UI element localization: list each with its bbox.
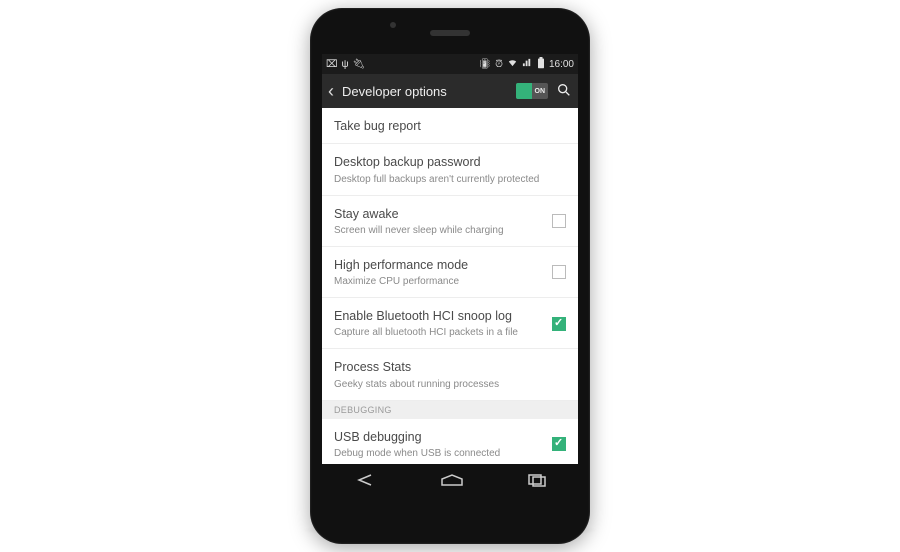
row-subtitle: Desktop full backups aren't currently pr… [334, 173, 566, 186]
alarm-icon: ⏰︎ [495, 59, 503, 70]
row-title: Enable Bluetooth HCI snoop log [334, 308, 544, 324]
row-take-bug-report[interactable]: Take bug report [322, 108, 578, 144]
row-title: Desktop backup password [334, 154, 566, 170]
row-title: USB debugging [334, 429, 544, 445]
row-subtitle: Geeky stats about running processes [334, 378, 566, 391]
row-title: Take bug report [334, 118, 566, 134]
nav-home-button[interactable] [439, 473, 465, 487]
row-process-stats[interactable]: Process Stats Geeky stats about running … [322, 349, 578, 400]
checkbox-usb-debugging[interactable] [552, 437, 566, 451]
section-header-debugging: Debugging [322, 401, 578, 419]
status-right-icons: 📳︎ ⏰︎ 16:00 [478, 57, 574, 72]
vibrate-icon: 📳︎ [478, 59, 491, 70]
checkbox-bt-hci-snoop[interactable] [552, 317, 566, 331]
row-usb-debugging[interactable]: USB debugging Debug mode when USB is con… [322, 419, 578, 465]
status-bar: ⌧ ψ 🔌︎ 📳︎ ⏰︎ 16:00 [322, 54, 578, 74]
row-subtitle: Maximize CPU performance [334, 275, 544, 288]
front-camera [390, 22, 396, 28]
search-icon[interactable] [556, 82, 572, 101]
checkbox-stay-awake[interactable] [552, 214, 566, 228]
nav-back-button[interactable] [353, 473, 377, 487]
row-title: Process Stats [334, 359, 566, 375]
page-title: Developer options [342, 84, 508, 99]
row-subtitle: Capture all bluetooth HCI packets in a f… [334, 326, 544, 339]
battery-icon [537, 57, 545, 72]
debug-icon: ⌧ [326, 59, 338, 70]
power-icon: 🔌︎ [353, 59, 366, 70]
row-title: High performance mode [334, 257, 544, 273]
screen: ⌧ ψ 🔌︎ 📳︎ ⏰︎ 16:00 ‹ Develo [322, 54, 578, 496]
wifi-icon [507, 57, 518, 71]
back-icon[interactable]: ‹ [328, 82, 334, 100]
phone-frame: ⌧ ψ 🔌︎ 📳︎ ⏰︎ 16:00 ‹ Develo [310, 8, 590, 544]
signal-icon [522, 57, 533, 71]
status-left-icons: ⌧ ψ 🔌︎ [326, 59, 365, 70]
usb-icon: ψ [342, 59, 349, 70]
nav-recent-button[interactable] [527, 473, 547, 487]
row-enable-bt-hci-snoop[interactable]: Enable Bluetooth HCI snoop log Capture a… [322, 298, 578, 349]
toggle-label: ON [535, 88, 546, 95]
row-title: Stay awake [334, 206, 544, 222]
row-desktop-backup-password[interactable]: Desktop backup password Desktop full bac… [322, 144, 578, 195]
master-toggle[interactable]: ON [516, 83, 548, 99]
action-bar: ‹ Developer options ON [322, 74, 578, 108]
nav-bar [322, 464, 578, 496]
checkbox-high-performance[interactable] [552, 265, 566, 279]
earpiece [430, 30, 470, 36]
row-subtitle: Debug mode when USB is connected [334, 447, 544, 460]
clock: 16:00 [549, 59, 574, 70]
row-subtitle: Screen will never sleep while charging [334, 224, 544, 237]
row-high-performance-mode[interactable]: High performance mode Maximize CPU perfo… [322, 247, 578, 298]
row-stay-awake[interactable]: Stay awake Screen will never sleep while… [322, 196, 578, 247]
settings-list[interactable]: Take bug report Desktop backup password … [322, 108, 578, 464]
